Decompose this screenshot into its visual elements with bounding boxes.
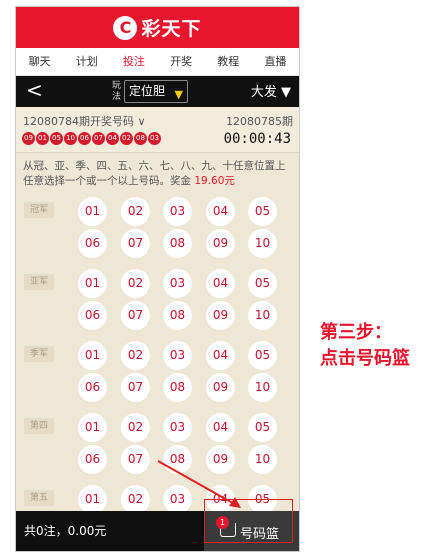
pointer-arrow-icon bbox=[157, 460, 241, 508]
step-annotation: 第三步： 点击号码篮 bbox=[320, 320, 410, 372]
step-line-2: 点击号码篮 bbox=[320, 348, 410, 369]
step-line-1: 第三步： bbox=[320, 322, 392, 343]
